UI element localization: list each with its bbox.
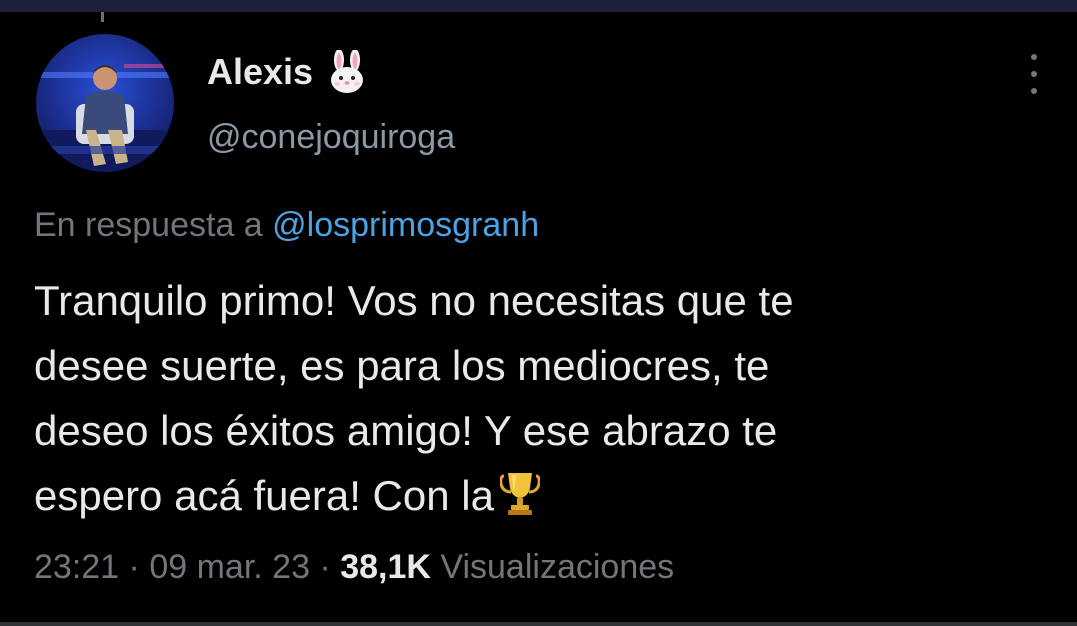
tweet-screenshot: Alexis @conejoquiroga En respuesta a @lo… bbox=[0, 0, 1077, 626]
divider bbox=[0, 622, 1077, 626]
tweet-date[interactable]: 09 mar. 23 bbox=[149, 548, 310, 586]
meta-separator: · bbox=[128, 548, 140, 586]
tweet-text-line: espero acá fuera! Con la bbox=[34, 472, 494, 519]
avatar-photo bbox=[36, 64, 174, 172]
views-count[interactable]: 38,1K bbox=[340, 548, 431, 586]
rabbit-emoji-icon bbox=[331, 50, 364, 93]
tweet-text-line: desee suerte, es para los mediocres, te bbox=[34, 342, 770, 389]
tweet-text-line: deseo los éxitos amigo! Y ese abrazo te bbox=[34, 407, 778, 454]
reply-context: En respuesta a @losprimosgranh bbox=[34, 206, 539, 245]
tweet-text-line-last: espero acá fuera! Con la bbox=[34, 463, 1044, 528]
tweet-text-line: Tranquilo primo! Vos no necesitas que te bbox=[34, 277, 794, 324]
tweet-time[interactable]: 23:21 bbox=[34, 548, 119, 586]
author-display-name[interactable]: Alexis bbox=[207, 51, 313, 93]
meta-separator: · bbox=[319, 548, 331, 586]
reply-mention-link[interactable]: @losprimosgranh bbox=[272, 206, 539, 244]
views-label: Visualizaciones bbox=[440, 548, 675, 586]
trophy-emoji-icon bbox=[499, 473, 540, 515]
avatar[interactable] bbox=[36, 34, 174, 172]
tweet-meta: 23:21 · 09 mar. 23 · 38,1K Visualizacion… bbox=[34, 548, 674, 587]
reply-prefix: En respuesta a bbox=[34, 206, 263, 244]
top-bar bbox=[0, 0, 1077, 12]
author-name-row[interactable]: Alexis bbox=[207, 50, 367, 94]
more-vertical-icon[interactable] bbox=[1027, 54, 1041, 94]
author-handle[interactable]: @conejoquiroga bbox=[207, 118, 455, 157]
top-bar-indicator bbox=[101, 12, 104, 22]
tweet-text: Tranquilo primo! Vos no necesitas que te… bbox=[34, 268, 1044, 528]
